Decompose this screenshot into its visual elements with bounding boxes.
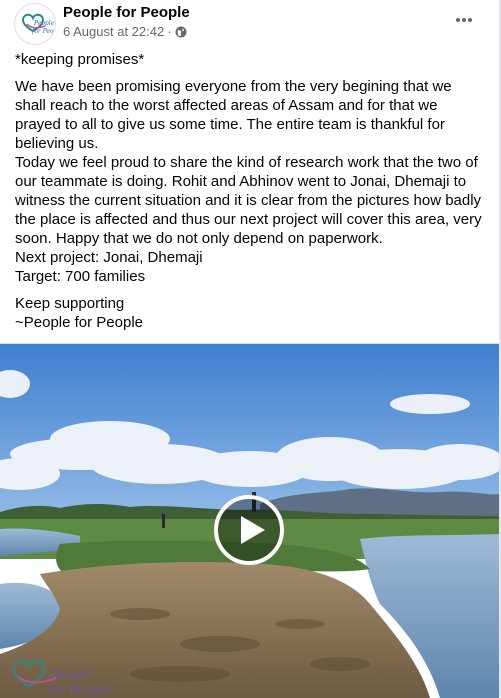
- svg-text:People: People: [49, 668, 90, 682]
- play-icon: [214, 495, 284, 565]
- post-text-signature: ~People for People: [15, 314, 144, 331]
- svg-text:People: People: [33, 20, 55, 27]
- globe-icon[interactable]: [175, 26, 187, 38]
- post-text-project: Next project: Jonai, Dhemaji: [15, 249, 203, 266]
- page-logo-avatar-icon: People for People: [21, 13, 55, 35]
- post-text-signoff: Keep supporting: [15, 295, 125, 312]
- more-options-button[interactable]: [448, 6, 480, 34]
- post-timestamp[interactable]: 6 August at 22:42: [63, 24, 164, 39]
- meta-separator: ·: [167, 24, 172, 39]
- svg-text:for People: for People: [31, 28, 55, 35]
- more-options-icon: [456, 18, 472, 22]
- post-meta: 6 August at 22:42 ·: [63, 24, 187, 39]
- post-text-heading: *keeping promises*: [15, 51, 145, 68]
- play-button[interactable]: [213, 494, 285, 566]
- page-name-link[interactable]: People for People: [63, 4, 190, 21]
- post-header: People for People People for People 6 Au…: [0, 0, 501, 46]
- svg-text:for People: for People: [47, 683, 110, 697]
- post-text: *keeping promises* We have been promisin…: [15, 50, 485, 332]
- page-avatar[interactable]: People for People: [14, 3, 56, 45]
- post-text-target: Target: 700 families: [15, 268, 146, 285]
- post-text-paragraph: Today we feel proud to share the kind of…: [15, 154, 482, 247]
- post-text-paragraph: We have been promising everyone from the…: [15, 78, 452, 152]
